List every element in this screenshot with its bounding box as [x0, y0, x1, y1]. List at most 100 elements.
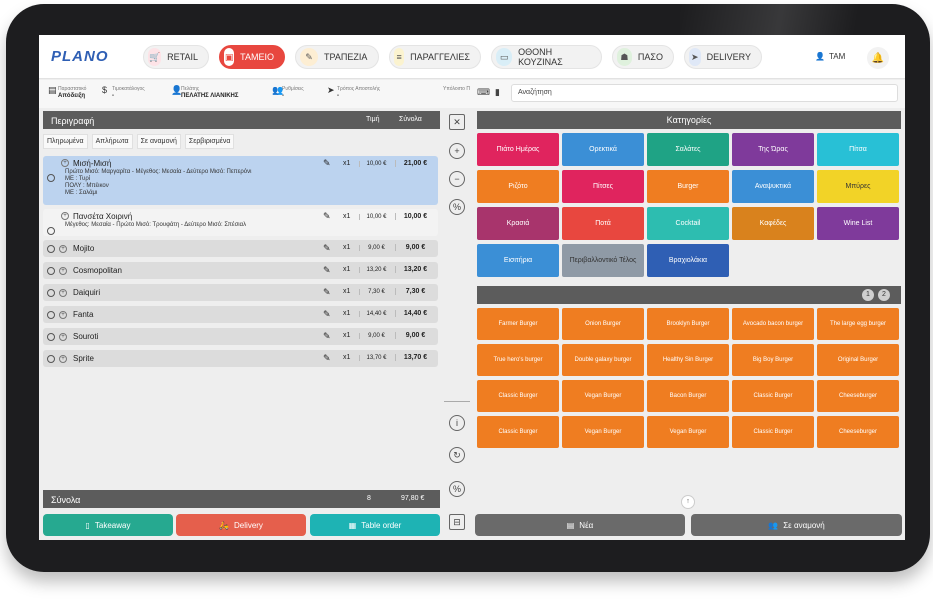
product-tile[interactable]: Vegan Burger — [562, 416, 644, 448]
edit-icon[interactable]: ✎ — [323, 211, 331, 222]
order-line[interactable]: + Mojito ✎ x1 9,00 €9,00 € — [43, 240, 438, 257]
select-radio[interactable] — [47, 245, 55, 253]
plus-icon[interactable]: + — [449, 143, 465, 159]
keyboard-icon[interactable]: ⌨ — [477, 87, 490, 98]
expand-plus-icon[interactable]: + — [59, 333, 67, 341]
order-line[interactable]: + Μισή-Μισή Πρώτο Μισό: Μαργαρίτα - Μέγεθο… — [43, 156, 438, 205]
info-icon[interactable]: i — [449, 415, 465, 431]
product-tile[interactable]: Avocado bacon burger — [732, 308, 814, 340]
select-radio[interactable] — [47, 174, 55, 182]
product-tile[interactable]: Onion Burger — [562, 308, 644, 340]
category-tile[interactable]: Ποτά — [562, 207, 644, 240]
minus-icon[interactable]: − — [449, 171, 465, 187]
category-tile[interactable]: Μπύρες — [817, 170, 899, 203]
info-field[interactable]: $ Τιμοκατάλογος - — [102, 86, 145, 100]
nav-delivery[interactable]: ➤ DELIVERY — [684, 45, 762, 69]
edit-icon[interactable]: ✎ — [323, 353, 331, 364]
edit-icon[interactable]: ✎ — [323, 265, 331, 276]
order-line[interactable]: + Fanta ✎ x1 14,40 €14,40 € — [43, 306, 438, 323]
filter-tab[interactable]: Σε αναμονή — [136, 134, 181, 149]
info-field[interactable]: Υπόλοιπο Π — [443, 86, 470, 93]
category-tile[interactable]: Βραχιολάκια — [647, 244, 729, 277]
order-line[interactable]: + Sprite ✎ x1 13,70 €13,70 € — [43, 350, 438, 367]
expand-plus-icon[interactable]: + — [59, 245, 67, 253]
expand-plus-icon[interactable]: + — [59, 355, 67, 363]
product-tile[interactable]: Classic Burger — [477, 416, 559, 448]
product-tile[interactable]: Healthy Sin Burger — [647, 344, 729, 376]
product-tile[interactable]: True hero's burger — [477, 344, 559, 376]
percent-icon[interactable]: % — [449, 199, 465, 215]
select-radio[interactable] — [47, 267, 55, 275]
hold-order-button[interactable]: 👥 Σε αναμονή — [691, 514, 902, 536]
order-line[interactable]: + Cosmopolitan ✎ x1 13,20 €13,20 € — [43, 262, 438, 279]
category-tile[interactable]: Ορεκτικά — [562, 133, 644, 166]
expand-plus-icon[interactable]: + — [61, 159, 69, 167]
info-field[interactable]: 👤 Πελάτης ΠΕΛΑΤΗΣ ΛΙΑΝΙΚΗΣ — [171, 86, 238, 100]
category-tile[interactable]: Σαλάτες — [647, 133, 729, 166]
expand-plus-icon[interactable]: + — [59, 289, 67, 297]
category-tile[interactable]: Πιάτο Ημέρας — [477, 133, 559, 166]
category-tile[interactable]: Της Ώρας — [732, 133, 814, 166]
filter-tab[interactable]: Πληρωμένα — [43, 134, 88, 149]
category-tile[interactable]: Πίτσες — [562, 170, 644, 203]
order-line[interactable]: + Πανσέτα Χοιρινή Μέγεθος: Μεσαία - Πρώτο … — [43, 209, 438, 236]
product-tile[interactable]: The large egg burger — [817, 308, 899, 340]
order-line[interactable]: + Daiquiri ✎ x1 7,30 €7,30 € — [43, 284, 438, 301]
order-type-table-order-button[interactable]: ▦ Table order — [310, 514, 440, 536]
order-line[interactable]: + Souroti ✎ x1 9,00 €9,00 € — [43, 328, 438, 345]
category-tile[interactable]: Wine List — [817, 207, 899, 240]
order-type-delivery-button[interactable]: 🛵 Delivery — [176, 514, 306, 536]
product-tile[interactable]: Double galaxy burger — [562, 344, 644, 376]
filter-tab[interactable]: Απλήρωτα — [91, 134, 133, 149]
product-tile[interactable]: Farmer Burger — [477, 308, 559, 340]
nav-table[interactable]: ✎ ΤΡΑΠΕΖΙΑ — [295, 45, 379, 69]
edit-icon[interactable]: ✎ — [323, 158, 331, 169]
category-tile[interactable]: Περιβαλλοντικό Τέλος — [562, 244, 644, 277]
expand-plus-icon[interactable]: + — [61, 212, 69, 220]
category-tile[interactable]: Αναψυκτικά — [732, 170, 814, 203]
page-button[interactable]: 2 — [878, 289, 890, 301]
category-tile[interactable]: Πίτσα — [817, 133, 899, 166]
notifications-bell-icon[interactable]: 🔔 — [867, 47, 889, 69]
user-menu[interactable]: 👤 TAM — [815, 52, 845, 61]
nav-register[interactable]: ▣ ΤΑΜΕΙΟ — [219, 45, 285, 69]
product-tile[interactable]: Cheeseburger — [817, 380, 899, 412]
nav-dish[interactable]: ☗ ΠΑΣΟ — [612, 45, 674, 69]
scroll-up-icon[interactable]: ↑ — [681, 495, 695, 509]
split-icon[interactable]: ⊟ — [449, 514, 465, 530]
discount-icon[interactable]: % — [449, 481, 465, 497]
refresh-icon[interactable]: ↻ — [449, 447, 465, 463]
page-button[interactable]: 1 — [862, 289, 874, 301]
expand-plus-icon[interactable]: + — [59, 311, 67, 319]
delete-icon[interactable]: ✕ — [449, 114, 465, 130]
select-radio[interactable] — [47, 333, 55, 341]
product-tile[interactable]: Big Boy Burger — [732, 344, 814, 376]
category-tile[interactable]: Κρασιά — [477, 207, 559, 240]
search-input[interactable]: Αναζήτηση — [511, 84, 898, 102]
category-tile[interactable]: Εισιτήρια — [477, 244, 559, 277]
order-type-takeaway-button[interactable]: ▯ Takeaway — [43, 514, 173, 536]
product-tile[interactable]: Brooklyn Burger — [647, 308, 729, 340]
product-tile[interactable]: Vegan Burger — [647, 416, 729, 448]
info-field[interactable]: ▤ Παραστατικό Απόδειξη — [48, 86, 86, 100]
product-tile[interactable]: Cheeseburger — [817, 416, 899, 448]
edit-icon[interactable]: ✎ — [323, 287, 331, 298]
select-radio[interactable] — [47, 311, 55, 319]
category-tile[interactable]: Καφέδες — [732, 207, 814, 240]
product-tile[interactable]: Original Burger — [817, 344, 899, 376]
nav-orders[interactable]: ≡ ΠΑΡΑΓΓΕΛΙΕΣ — [389, 45, 481, 69]
info-field[interactable]: 👥 Ρυθμίσεις - — [272, 86, 304, 100]
nav-screen[interactable]: ▭ ΟΘΟΝΗ ΚΟΥΖΙΝΑΣ — [491, 45, 602, 69]
select-radio[interactable] — [47, 289, 55, 297]
edit-icon[interactable]: ✎ — [323, 309, 331, 320]
product-tile[interactable]: Bacon Burger — [647, 380, 729, 412]
category-tile[interactable]: Ριζότο — [477, 170, 559, 203]
product-tile[interactable]: Vegan Burger — [562, 380, 644, 412]
nav-cart[interactable]: 🛒 RETAIL — [143, 45, 209, 69]
expand-plus-icon[interactable]: + — [59, 267, 67, 275]
select-radio[interactable] — [47, 355, 55, 363]
category-tile[interactable]: Cocktail — [647, 207, 729, 240]
product-tile[interactable]: Classic Burger — [732, 380, 814, 412]
select-radio[interactable] — [47, 227, 55, 235]
new-order-button[interactable]: ▤ Νέα — [475, 514, 685, 536]
